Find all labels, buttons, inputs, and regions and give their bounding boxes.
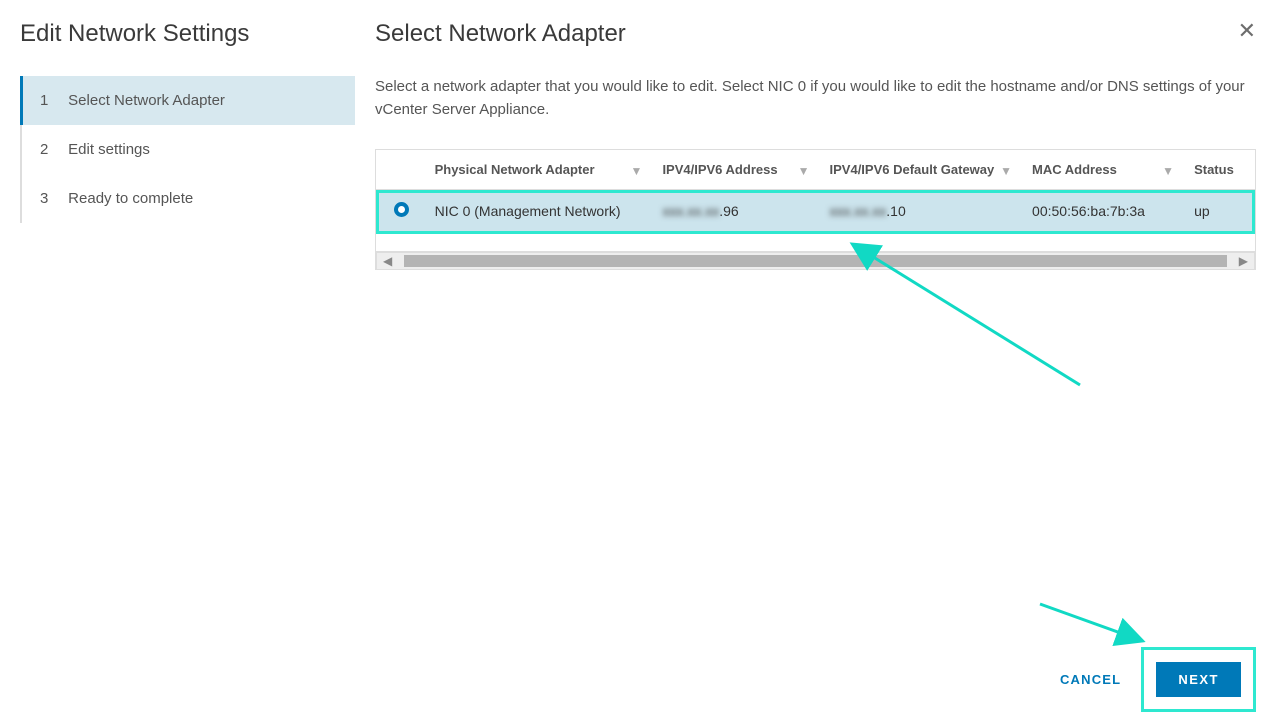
col-gateway-label: IPV4/IPV6 Default Gateway	[830, 162, 995, 177]
filter-icon[interactable]: ▼	[631, 164, 643, 178]
step-number: 1	[40, 92, 54, 109]
col-address-label: IPV4/IPV6 Address	[662, 162, 777, 177]
wizard-step-3[interactable]: 3 Ready to complete	[22, 174, 355, 223]
gateway-redacted: xxx.xx.xx	[830, 202, 887, 221]
step-number: 2	[40, 141, 54, 158]
page-title: Select Network Adapter	[375, 20, 626, 48]
col-address-header[interactable]: IPV4/IPV6 Address ▼	[652, 150, 819, 190]
adapter-status-cell: up	[1184, 190, 1255, 234]
col-adapter-label: Physical Network Adapter	[435, 162, 595, 177]
adapter-name-cell: NIC 0 (Management Network)	[425, 190, 653, 234]
step-label: Select Network Adapter	[68, 92, 225, 109]
adapter-table: Physical Network Adapter ▼ IPV4/IPV6 Add…	[376, 150, 1255, 234]
wizard-sidebar: Edit Network Settings 1 Select Network A…	[0, 0, 355, 724]
col-gateway-header[interactable]: IPV4/IPV6 Default Gateway ▼	[820, 150, 1023, 190]
scroll-left-icon[interactable]: ◀	[383, 254, 392, 268]
col-adapter-header[interactable]: Physical Network Adapter ▼	[425, 150, 653, 190]
step-label: Edit settings	[68, 141, 150, 158]
adapter-row-nic0[interactable]: NIC 0 (Management Network) xxx.xx.xx.96 …	[376, 190, 1255, 234]
adapter-mac-cell: 00:50:56:ba:7b:3a	[1022, 190, 1184, 234]
gateway-suffix: .10	[886, 203, 905, 219]
horizontal-scrollbar[interactable]: ◀ ▶	[376, 252, 1255, 270]
col-mac-header[interactable]: MAC Address ▼	[1022, 150, 1184, 190]
wizard-step-1[interactable]: 1 Select Network Adapter	[22, 76, 355, 125]
address-redacted: xxx.xx.xx	[662, 202, 719, 221]
adapter-address-cell: xxx.xx.xx.96	[652, 190, 819, 234]
filter-icon[interactable]: ▼	[798, 164, 810, 178]
step-label: Ready to complete	[68, 190, 193, 207]
table-footer-space	[376, 234, 1255, 252]
radio-cell[interactable]	[376, 190, 425, 234]
scroll-track[interactable]	[404, 255, 1227, 267]
wizard-step-2[interactable]: 2 Edit settings	[22, 125, 355, 174]
address-suffix: .96	[719, 203, 738, 219]
scroll-right-icon[interactable]: ▶	[1239, 254, 1248, 268]
col-status-label: Status	[1194, 162, 1234, 177]
cancel-button[interactable]: CANCEL	[1060, 672, 1121, 687]
col-radio-header	[376, 150, 425, 190]
step-number: 3	[40, 190, 54, 207]
wizard-steps: 1 Select Network Adapter 2 Edit settings…	[20, 76, 355, 223]
footer-button-bar: CANCEL NEXT	[1060, 647, 1256, 712]
filter-icon[interactable]: ▼	[1000, 164, 1012, 178]
annotation-arrow-next	[1035, 592, 1155, 652]
col-status-header[interactable]: Status	[1184, 150, 1255, 190]
col-mac-label: MAC Address	[1032, 162, 1117, 177]
adapter-gateway-cell: xxx.xx.xx.10	[820, 190, 1023, 234]
close-icon[interactable]: ✕	[1238, 20, 1256, 42]
filter-icon[interactable]: ▼	[1162, 164, 1174, 178]
wizard-main-panel: Select Network Adapter ✕ Select a networ…	[355, 0, 1280, 724]
adapter-table-wrapper: Physical Network Adapter ▼ IPV4/IPV6 Add…	[375, 149, 1256, 270]
radio-selected-icon[interactable]	[394, 202, 409, 217]
page-description: Select a network adapter that you would …	[375, 76, 1256, 121]
wizard-title: Edit Network Settings	[20, 20, 355, 48]
next-button-highlight: NEXT	[1141, 647, 1256, 712]
next-button[interactable]: NEXT	[1156, 662, 1241, 697]
